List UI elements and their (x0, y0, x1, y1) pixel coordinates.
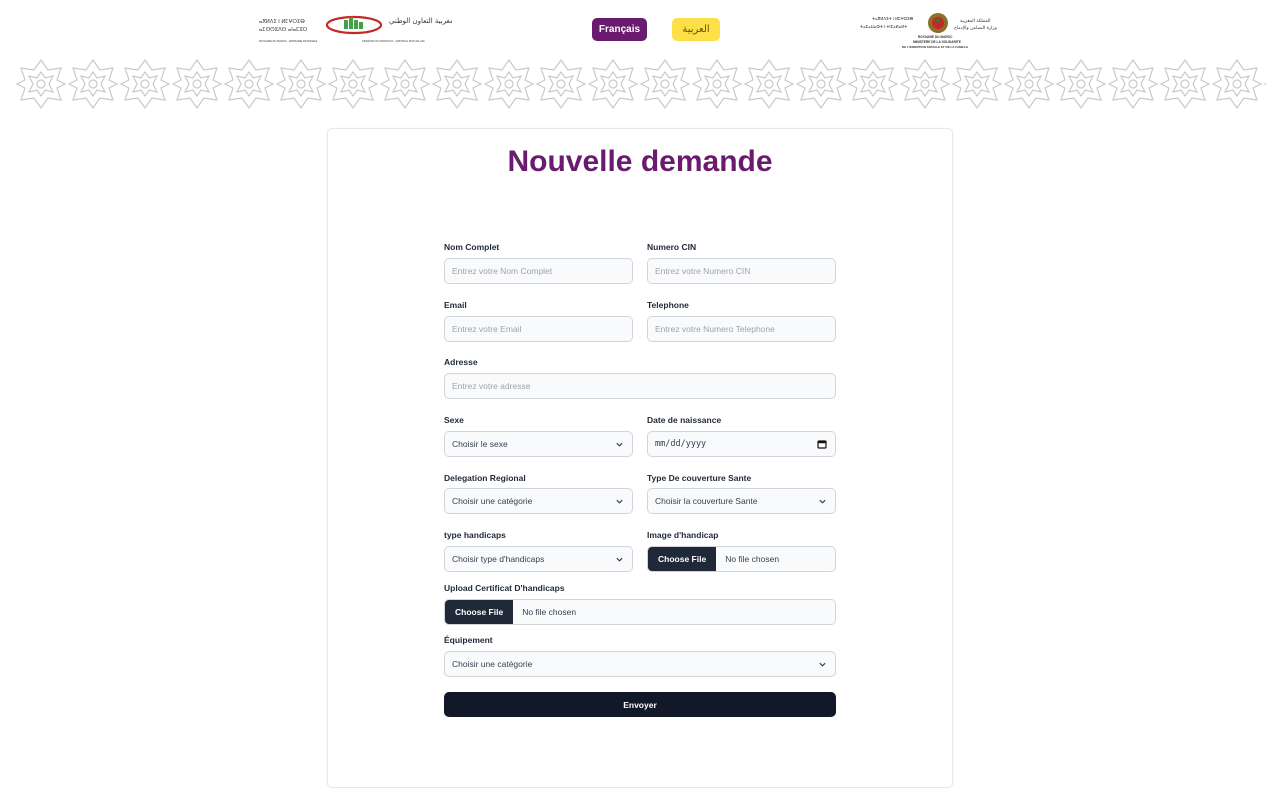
image-handicap-file-status: No file chosen (725, 554, 780, 564)
handicap-type-select-value: Choisir type d'handicaps (452, 554, 545, 564)
chevron-down-icon (819, 662, 826, 667)
delegation-select[interactable]: Choisir une catégorie (444, 488, 633, 514)
adresse-input[interactable]: Entrez votre adresse (444, 373, 836, 399)
handicap-type-select[interactable]: Choisir type d'handicaps (444, 546, 633, 572)
chevron-down-icon (819, 499, 826, 504)
numero-cin-label: Numero CIN (647, 242, 697, 252)
delegation-select-value: Choisir une catégorie (452, 496, 533, 506)
couverture-label: Type De couverture Sante (647, 473, 752, 483)
certificat-file-status: No file chosen (522, 607, 577, 617)
certificat-label: Upload Certificat D'handicaps (444, 583, 565, 593)
svg-text:ⵜⴰⴳⵍⴷⵉⵜ ⵏ ⵍⵎⵖⵔⵉⴱ: ⵜⴰⴳⵍⴷⵉⵜ ⵏ ⵍⵎⵖⵔⵉⴱ (872, 16, 914, 21)
handicap-type-label: type handicaps (444, 530, 506, 540)
page-title: Nouvelle demande (507, 145, 773, 178)
ministry-logo: ⵜⴰⴳⵍⴷⵉⵜ ⵏ ⵍⵎⵖⵔⵉⴱ ⵜⴰⵎⴰⵡⴰⵙⵜ ⵏ ⵜⵏⵎⴰⵍⴰⵍⵜ ROY… (860, 13, 997, 49)
nom-complet-label: Nom Complet (444, 242, 500, 252)
svg-text:المملكة المغربية: المملكة المغربية (960, 18, 991, 24)
sexe-label: Sexe (444, 415, 464, 425)
adresse-label: Adresse (444, 357, 478, 367)
email-label: Email (444, 300, 467, 310)
image-handicap-file-input[interactable]: Choose File No file chosen (647, 546, 836, 572)
email-input[interactable]: Entrez votre Email (444, 316, 633, 342)
language-arabic-button[interactable]: العربية (672, 18, 720, 41)
entraide-nationale-logo: ⴰⴳⵍⴷⵉ ⵏ ⵍⵎⵖⵔⵉⴱ ⴰⵎⵙⵙⵓⴷⵙ ⴰⵏⴰⵎⵓⵔ ROYAUME DU… (259, 15, 452, 43)
delegation-label: Delegation Regional (444, 473, 526, 483)
form-card (327, 128, 953, 788)
date-naissance-input[interactable]: mm/dd/yyyy (647, 431, 836, 457)
svg-text:DE L'INSERTION SOCIALE ET DE L: DE L'INSERTION SOCIALE ET DE LA FAMILLE (902, 45, 968, 49)
numero-cin-input[interactable]: Entrez votre Numero CIN (647, 258, 836, 284)
sexe-select-value: Choisir le sexe (452, 439, 508, 449)
svg-text:ROYAUME DU MAROC: ROYAUME DU MAROC (918, 35, 953, 39)
sexe-select[interactable]: Choisir le sexe (444, 431, 633, 457)
equipement-select-value: Choisir une catégorie (452, 659, 533, 669)
equipement-label: Équipement (444, 635, 493, 645)
svg-text:ROYAUME DU MAROC - ENTRAIDE NA: ROYAUME DU MAROC - ENTRAIDE NATIONALE (259, 39, 318, 43)
couverture-select[interactable]: Choisir la couverture Sante (647, 488, 836, 514)
telephone-input[interactable]: Entrez votre Numero Telephone (647, 316, 836, 342)
telephone-label: Telephone (647, 300, 689, 310)
couverture-select-value: Choisir la couverture Sante (655, 496, 758, 506)
svg-text:ⴰⴳⵍⴷⵉ ⵏ ⵍⵎⵖⵔⵉⴱ: ⴰⴳⵍⴷⵉ ⵏ ⵍⵎⵖⵔⵉⴱ (259, 19, 305, 25)
svg-text:وزارة التضامن والإدماج: وزارة التضامن والإدماج (954, 26, 997, 31)
nom-complet-input[interactable]: Entrez votre Nom Complet (444, 258, 633, 284)
date-naissance-label: Date de naissance (647, 415, 722, 425)
certificat-choose-file-button[interactable]: Choose File (445, 600, 514, 624)
image-handicap-label: Image d'handicap (647, 530, 719, 540)
equipement-select[interactable]: Choisir une catégorie (444, 651, 836, 677)
chevron-down-icon (616, 442, 623, 447)
svg-text:ⵜⴰⵎⴰⵡⴰⵙⵜ ⵏ ⵜⵏⵎⴰⵍⴰⵍⵜ: ⵜⴰⵎⴰⵡⴰⵙⵜ ⵏ ⵜⵏⵎⴰⵍⴰⵍⵜ (860, 24, 907, 29)
svg-text:MINISTERE DE LA SOLIDARITE: MINISTERE DE LA SOLIDARITE (913, 40, 961, 44)
decorative-pattern-band (15, 58, 1266, 110)
chevron-down-icon (616, 499, 623, 504)
calendar-icon[interactable] (817, 439, 827, 449)
svg-text:ⴰⵎⵙⵙⵓⴷⵙ ⴰⵏⴰⵎⵓⵔ: ⴰⵎⵙⵙⵓⴷⵙ ⴰⵏⴰⵎⵓⵔ (259, 27, 308, 33)
certificat-file-input[interactable]: Choose File No file chosen (444, 599, 836, 625)
top-header: ⴰⴳⵍⴷⵉ ⵏ ⵍⵎⵖⵔⵉⴱ ⴰⵎⵙⵙⵓⴷⵙ ⴰⵏⴰⵎⵓⵔ ROYAUME DU… (0, 0, 1280, 58)
svg-text:KINGDOM OF MOROCCO - NATIONAL: KINGDOM OF MOROCCO - NATIONAL MUTUAL AID (362, 39, 425, 43)
submit-button[interactable]: Envoyer (444, 692, 836, 717)
chevron-down-icon (616, 557, 623, 562)
date-naissance-value: mm/dd/yyyy (655, 439, 707, 449)
language-french-button[interactable]: Français (592, 18, 647, 41)
image-handicap-choose-file-button[interactable]: Choose File (648, 547, 717, 571)
svg-text:المملكة المغربية التعاون الوطن: المملكة المغربية التعاون الوطني (389, 17, 452, 25)
